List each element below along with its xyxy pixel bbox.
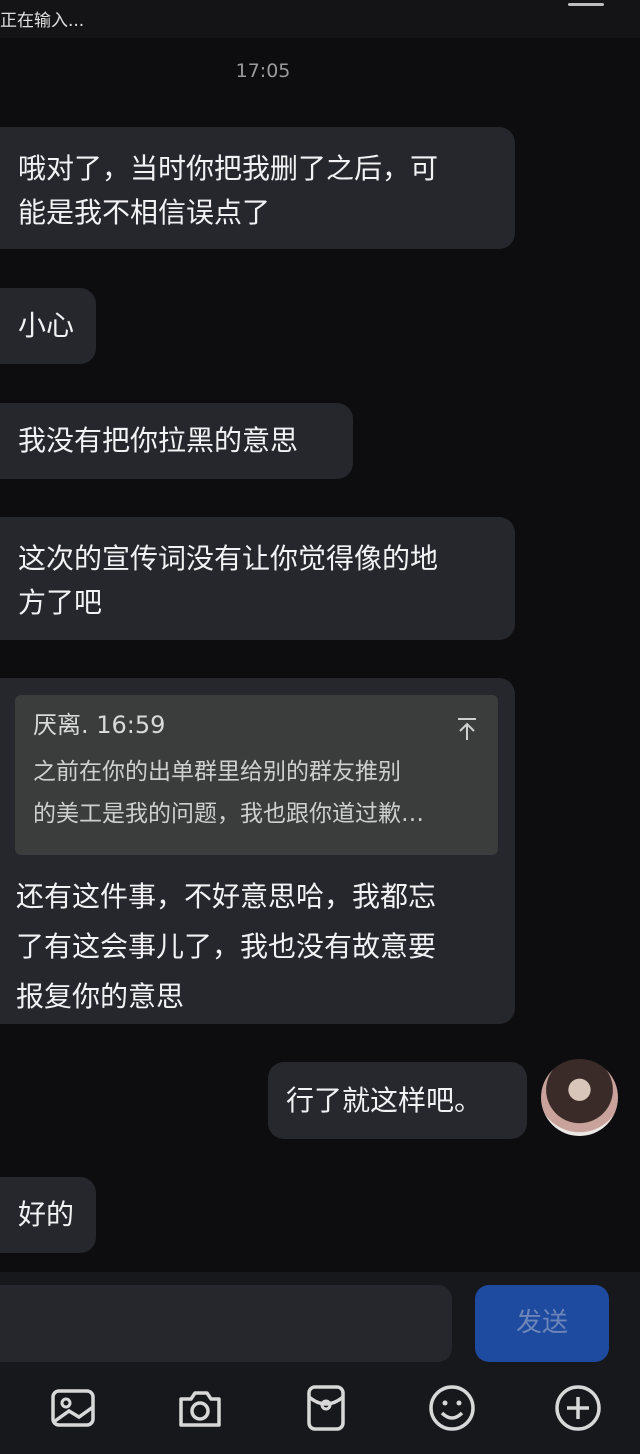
red-packet-icon[interactable] bbox=[301, 1383, 351, 1433]
message-input[interactable] bbox=[0, 1285, 452, 1362]
quoted-message[interactable]: 厌离. 16:59 之前在你的出单群里给别的群友推别 的美工是我的问题，我也跟你… bbox=[15, 695, 498, 855]
message-line: 好的 bbox=[18, 1198, 75, 1231]
message-bubble[interactable]: 我没有把你拉黑的意思 bbox=[0, 403, 353, 479]
jump-to-quote-icon[interactable] bbox=[456, 717, 478, 741]
message-bubble[interactable]: 哦对了，当时你把我删了之后，可 能是我不相信误点了 bbox=[0, 127, 515, 249]
avatar[interactable] bbox=[541, 1059, 618, 1136]
message-line: 小心 bbox=[18, 309, 75, 342]
message-line: 行了就这样吧。 bbox=[286, 1084, 483, 1117]
message-line: 哦对了，当时你把我删了之后，可 bbox=[18, 152, 439, 185]
message-line: 我没有把你拉黑的意思 bbox=[18, 424, 299, 457]
menu-icon[interactable] bbox=[568, 0, 604, 8]
message-bubble[interactable]: 小心 bbox=[0, 288, 96, 364]
message-line: 这次的宣传词没有让你觉得像的地 bbox=[18, 542, 439, 575]
message-bubble-own[interactable]: 行了就这样吧。 bbox=[268, 1062, 527, 1139]
message-bubble[interactable]: 这次的宣传词没有让你觉得像的地 方了吧 bbox=[0, 517, 515, 640]
message-line: 还有这件事，不好意思哈，我都忘 bbox=[16, 880, 437, 913]
message-line: 报复你的意思 bbox=[16, 980, 185, 1013]
message-line: 了有这会事儿了，我也没有故意要 bbox=[16, 930, 437, 963]
camera-icon[interactable] bbox=[175, 1383, 225, 1433]
quote-line: 的美工是我的问题，我也跟你道过歉… bbox=[33, 801, 424, 827]
message-text: 还有这件事，不好意思哈，我都忘 了有这会事儿了，我也没有故意要 报复你的意思 bbox=[16, 872, 436, 1022]
quote-line: 之前在你的出单群里给别的群友推别 bbox=[33, 759, 401, 785]
send-button[interactable]: 发送 bbox=[475, 1285, 609, 1362]
message-line: 方了吧 bbox=[18, 586, 103, 619]
message-line: 能是我不相信误点了 bbox=[18, 196, 271, 229]
plus-icon[interactable] bbox=[553, 1383, 603, 1433]
emoji-icon[interactable] bbox=[427, 1383, 477, 1433]
message-bubble[interactable]: 好的 bbox=[0, 1177, 96, 1253]
top-bar: 正在输入... bbox=[0, 0, 640, 38]
typing-status: 正在输入... bbox=[0, 11, 85, 31]
quote-author-time: 厌离. 16:59 bbox=[33, 711, 166, 739]
message-timestamp: 17:05 bbox=[235, 60, 291, 82]
image-icon[interactable] bbox=[49, 1383, 99, 1433]
